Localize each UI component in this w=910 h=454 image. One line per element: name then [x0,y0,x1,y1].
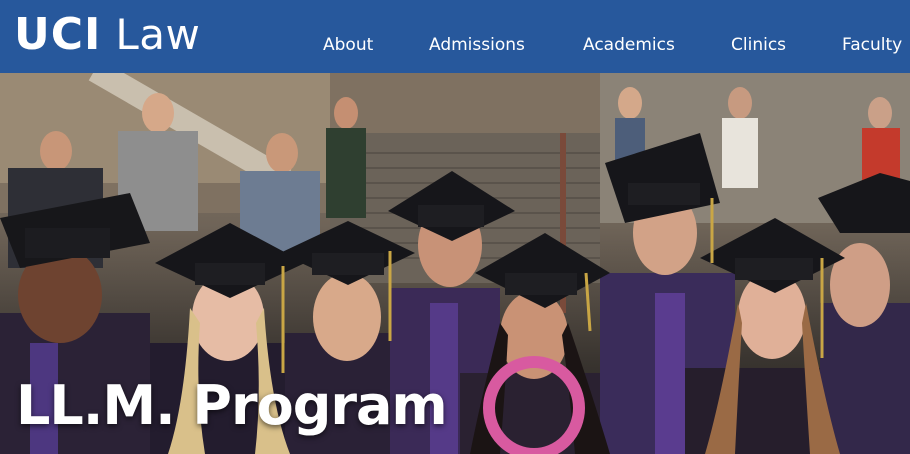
nav-about[interactable]: About [323,35,373,55]
nav-academics[interactable]: Academics [583,35,675,55]
nav-admissions[interactable]: Admissions [429,35,525,55]
logo-uci-text: UCI [14,9,102,60]
uci-law-logo[interactable]: UCI Law [14,10,200,60]
logo-law-text: Law [115,10,201,59]
site-header: UCI Law About Admissions Academics Clini… [0,0,910,73]
page-title: LL.M. Program [16,374,448,437]
main-nav: About Admissions Academics Clinics Facul… [300,0,910,73]
nav-faculty[interactable]: Faculty [842,35,902,55]
nav-clinics[interactable]: Clinics [731,35,786,55]
